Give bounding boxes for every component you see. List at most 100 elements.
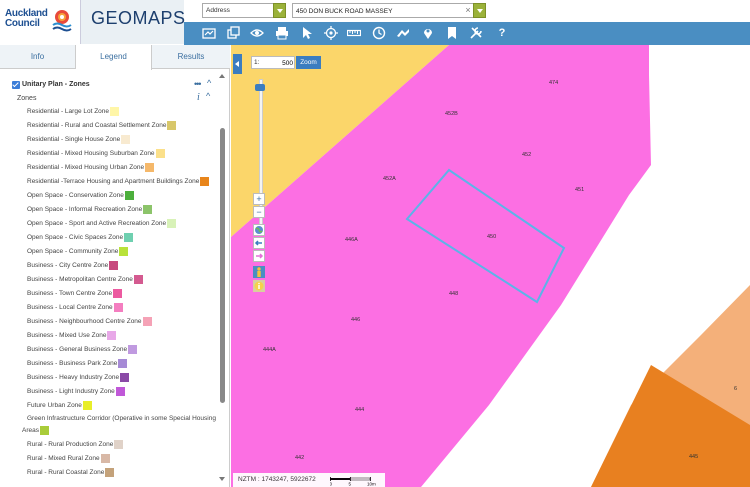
legend-swatch — [142, 317, 152, 326]
legend-item-label: Residential -Terrace Housing and Apartme… — [27, 178, 200, 186]
coordinates-bar: NZTM : 1743247, 5922672 0 5 10m — [233, 473, 385, 487]
coordinates-readout: NZTM : 1743247, 5922672 — [238, 476, 316, 483]
legend-item-label: Business - Heavy Industry Zone — [27, 374, 120, 382]
globe-icon[interactable] — [253, 224, 265, 236]
legend-swatch — [167, 121, 177, 130]
zoom-in-button[interactable]: + — [253, 193, 265, 205]
collapse-panel-button[interactable] — [233, 54, 242, 74]
help-icon[interactable]: ? — [495, 26, 509, 40]
tab-info[interactable]: Info — [0, 45, 76, 69]
app-name: GEOMAPS — [91, 8, 186, 28]
legend-swatch — [124, 191, 134, 200]
legend-swatch — [155, 149, 165, 158]
map-view[interactable]: 474 452B 452 452A 451 446A 450 448 446 444A 444 442… — [231, 45, 750, 487]
legend-item: Business - Metropolitan Centre Zone — [27, 275, 143, 287]
zoom-slider-handle[interactable] — [255, 84, 265, 91]
scale-prefix: 1: — [254, 59, 260, 66]
address-label: 446A — [345, 237, 358, 243]
search-type-value: Address — [206, 7, 230, 14]
logo-line2: Council — [5, 18, 40, 29]
eye-icon[interactable] — [250, 26, 264, 40]
person-icon[interactable] — [253, 266, 265, 278]
layers-icon[interactable] — [227, 26, 241, 40]
legend-item: Business - Mixed Use Zone — [27, 331, 117, 343]
legend-item: Areas — [22, 426, 49, 438]
legend-swatch — [120, 373, 130, 382]
legend-item-label: Residential - Large Lot Zone — [27, 108, 110, 116]
layer-header: Unitary Plan - Zones ••• ^ — [12, 78, 218, 92]
legend-item-label: Rural - Mixed Rural Zone — [27, 455, 100, 463]
legend-item: Green Infrastructure Corridor (Operative… — [27, 415, 216, 427]
legend-item-label: Business - Light Industry Zone — [27, 388, 115, 396]
address-search-box[interactable]: × — [292, 3, 486, 18]
legend-item-label: Open Space - Conservation Zone — [27, 192, 124, 200]
info-icon[interactable]: i — [197, 92, 200, 103]
legend-swatch — [109, 261, 119, 270]
scroll-thumb[interactable] — [220, 128, 225, 403]
select-pointer-icon[interactable] — [300, 26, 314, 40]
legend-item-label: Residential - Rural and Coastal Settleme… — [27, 122, 167, 130]
measure-property-icon[interactable] — [202, 26, 216, 40]
address-label: 446 — [351, 317, 361, 323]
logo-text: Auckland Council — [5, 9, 48, 29]
layer-visibility-checkbox[interactable] — [12, 81, 20, 89]
legend-item-label: Business - General Business Zone — [27, 346, 128, 354]
legend-item: Open Space - Informal Recreation Zone — [27, 205, 153, 217]
map-pin-icon[interactable] — [421, 26, 435, 40]
legend-swatch — [143, 205, 153, 214]
zoom-out-button[interactable]: − — [253, 206, 265, 218]
map-toolbar: ? — [184, 22, 750, 45]
zoom-button[interactable]: Zoom — [296, 56, 321, 69]
legend-item: Residential - Mixed Housing Urban Zone — [27, 163, 155, 175]
street-view-icon[interactable] — [396, 26, 410, 40]
chevron-up-icon[interactable]: ^ — [207, 78, 211, 88]
legend-item: Business - Neighbourhood Centre Zone — [27, 317, 152, 329]
print-icon[interactable] — [275, 26, 289, 40]
address-label: 474 — [549, 80, 559, 86]
scalebar-label: 10m — [367, 482, 376, 487]
tools-icon[interactable] — [469, 26, 483, 40]
legend-item: Residential - Large Lot Zone — [27, 107, 120, 119]
legend-item: Rural - Mixed Rural Zone — [27, 454, 110, 466]
history-clock-icon[interactable] — [372, 26, 386, 40]
legend-swatch — [100, 454, 110, 463]
info-circle-icon[interactable] — [253, 280, 265, 292]
bookmark-icon[interactable] — [445, 26, 459, 40]
legend-item-label: Residential - Mixed Housing Urban Zone — [27, 164, 145, 172]
legend-swatch — [118, 359, 128, 368]
address-label: 452 — [522, 152, 532, 158]
address-label: 451 — [575, 187, 585, 193]
council-logo[interactable]: Auckland Council — [0, 0, 80, 44]
scroll-up-arrow-icon[interactable] — [219, 74, 225, 78]
address-label: 452B — [445, 111, 458, 117]
search-type-dropdown[interactable]: Address — [202, 3, 286, 18]
scroll-down-arrow-icon[interactable] — [219, 477, 225, 481]
legend-swatch — [113, 303, 123, 312]
chevron-down-icon[interactable] — [273, 3, 286, 18]
ruler-icon[interactable] — [346, 26, 362, 40]
address-label: 450 — [487, 234, 497, 240]
legend-item: Business - Town Centre Zone — [27, 289, 123, 301]
clear-icon[interactable]: × — [464, 5, 472, 15]
back-arrow-icon[interactable] — [253, 237, 265, 249]
address-label: 444A — [263, 347, 276, 353]
locate-icon[interactable] — [324, 26, 338, 40]
legend-item: Open Space - Sport and Active Recreation… — [27, 219, 177, 231]
forward-arrow-icon[interactable] — [253, 250, 265, 262]
tab-legend[interactable]: Legend — [76, 45, 152, 70]
legend-item: Business - Light Industry Zone — [27, 387, 125, 399]
legend-item-label: Residential - Single House Zone — [27, 136, 121, 144]
tab-results[interactable]: Results — [152, 45, 230, 69]
legend-item: Business - Business Park Zone — [27, 359, 128, 371]
address-search-input[interactable] — [296, 5, 464, 17]
scale-input[interactable] — [262, 58, 293, 68]
more-options-icon[interactable]: ••• — [194, 79, 202, 89]
legend-item-label: Open Space - Sport and Active Recreation… — [27, 220, 167, 228]
legend-item-label: Business - Neighbourhood Centre Zone — [27, 318, 142, 326]
map-canvas[interactable] — [231, 45, 750, 487]
chevron-down-icon[interactable] — [473, 3, 486, 18]
chevron-up-icon[interactable]: ^ — [206, 91, 210, 101]
legend-swatch — [128, 345, 138, 354]
panel-scrollbar[interactable] — [218, 70, 228, 487]
legend-item-label: Green Infrastructure Corridor (Operative… — [27, 415, 216, 422]
